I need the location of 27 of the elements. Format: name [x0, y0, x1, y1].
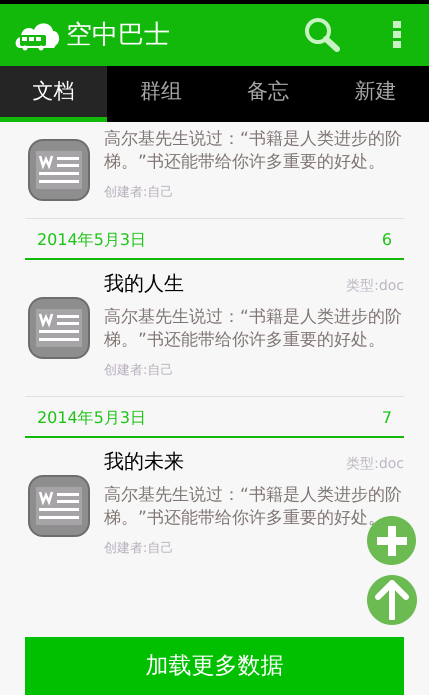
creator-label: 创建者:自己: [104, 184, 174, 202]
menu-icon: [393, 21, 401, 49]
search-icon: [303, 17, 341, 53]
up-arrow-icon: [374, 580, 410, 620]
document-type: 类型:doc: [346, 277, 404, 296]
creator-label: 创建者:自己: [104, 540, 174, 558]
document-icon: [28, 297, 90, 359]
scroll-top-button[interactable]: [367, 575, 417, 625]
app-title: 空中巴士: [66, 18, 170, 52]
search-button[interactable]: [303, 17, 341, 53]
document-icon: [28, 475, 90, 537]
document-icon: [28, 139, 90, 201]
count-label: 6: [382, 229, 392, 251]
date-label: 2014年5月3日: [37, 229, 146, 251]
document-description: 高尔基先生说过：“书籍是人类进步的阶梯。”书还能带给你许多重要的好处。: [104, 484, 403, 530]
menu-button[interactable]: [393, 21, 401, 49]
document-description: 高尔基先生说过：“书籍是人类进步的阶梯。”书还能带给你许多重要的好处。: [104, 306, 403, 352]
creator-label: 创建者:自己: [104, 362, 174, 380]
document-title: 我的人生: [104, 270, 184, 296]
plus-icon: [376, 526, 406, 556]
document-title: 我的未来: [104, 448, 184, 474]
document-description: 高尔基先生说过：“书籍是人类进步的阶梯。”书还能带给你许多重要的好处。: [104, 128, 403, 174]
document-type: 类型:doc: [346, 455, 404, 474]
tab[interactable]: 文档: [0, 66, 108, 122]
add-button[interactable]: [367, 516, 416, 565]
count-label: 7: [382, 407, 392, 429]
date-label: 2014年5月3日: [37, 407, 146, 429]
